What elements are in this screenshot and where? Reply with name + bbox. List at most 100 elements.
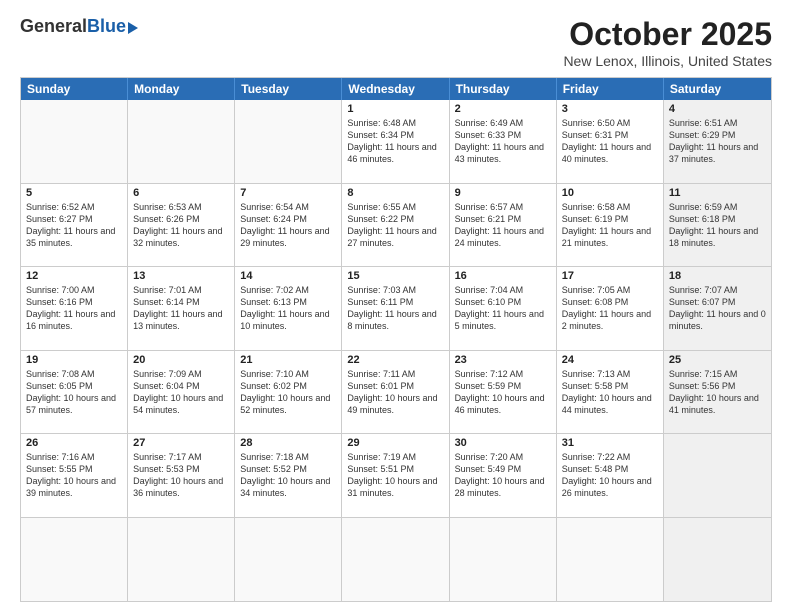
day-number: 6 bbox=[133, 187, 229, 199]
day-info: Sunrise: 7:13 AMSunset: 5:58 PMDaylight:… bbox=[562, 368, 658, 417]
day-number: 28 bbox=[240, 437, 336, 449]
calendar-cell bbox=[21, 518, 128, 602]
calendar-cell: 23 Sunrise: 7:12 AMSunset: 5:59 PMDayligh… bbox=[450, 351, 557, 434]
day-number: 30 bbox=[455, 437, 551, 449]
day-number: 3 bbox=[562, 103, 658, 115]
calendar-cell: 5 Sunrise: 6:52 AMSunset: 6:27 PMDaylight… bbox=[21, 184, 128, 267]
calendar-week: 19 Sunrise: 7:08 AMSunset: 6:05 PMDayligh… bbox=[21, 351, 771, 435]
calendar-cell: 12 Sunrise: 7:00 AMSunset: 6:16 PMDayligh… bbox=[21, 267, 128, 350]
day-info: Sunrise: 6:57 AMSunset: 6:21 PMDaylight:… bbox=[455, 201, 551, 250]
calendar: SundayMondayTuesdayWednesdayThursdayFrid… bbox=[20, 77, 772, 602]
day-info: Sunrise: 7:08 AMSunset: 6:05 PMDaylight:… bbox=[26, 368, 122, 417]
day-info: Sunrise: 6:58 AMSunset: 6:19 PMDaylight:… bbox=[562, 201, 658, 250]
calendar-cell: 25Sunrise: 7:15 AMSunset: 5:56 PMDayligh… bbox=[664, 351, 771, 434]
day-info: Sunrise: 7:03 AMSunset: 6:11 PMDaylight:… bbox=[347, 284, 443, 333]
day-number: 13 bbox=[133, 270, 229, 282]
header: General Blue October 2025 New Lenox, Ill… bbox=[20, 16, 772, 69]
day-info: Sunrise: 6:55 AMSunset: 6:22 PMDaylight:… bbox=[347, 201, 443, 250]
day-number: 15 bbox=[347, 270, 443, 282]
day-info: Sunrise: 7:02 AMSunset: 6:13 PMDaylight:… bbox=[240, 284, 336, 333]
weekday-header: Saturday bbox=[664, 78, 771, 100]
title-block: October 2025 New Lenox, Illinois, United… bbox=[563, 16, 772, 69]
calendar-cell: 7Sunrise: 6:54 AMSunset: 6:24 PMDaylight… bbox=[235, 184, 342, 267]
calendar-cell bbox=[21, 100, 128, 183]
logo-arrow-icon bbox=[128, 22, 138, 34]
calendar-cell: 26 Sunrise: 7:16 AMSunset: 5:55 PMDayligh… bbox=[21, 434, 128, 517]
day-info: Sunrise: 7:19 AMSunset: 5:51 PMDaylight:… bbox=[347, 451, 443, 500]
day-number: 5 bbox=[26, 187, 122, 199]
calendar-cell: 6 Sunrise: 6:53 AMSunset: 6:26 PMDaylight… bbox=[128, 184, 235, 267]
day-number: 21 bbox=[240, 354, 336, 366]
calendar-cell: 3Sunrise: 6:50 AMSunset: 6:31 PMDaylight… bbox=[557, 100, 664, 183]
day-info: Sunrise: 6:48 AMSunset: 6:34 PMDaylight:… bbox=[347, 117, 443, 166]
day-number: 8 bbox=[347, 187, 443, 199]
day-info: Sunrise: 6:52 AMSunset: 6:27 PMDaylight:… bbox=[26, 201, 122, 250]
main-title: October 2025 bbox=[563, 16, 772, 53]
day-info: Sunrise: 7:01 AMSunset: 6:14 PMDaylight:… bbox=[133, 284, 229, 333]
calendar-week: 12 Sunrise: 7:00 AMSunset: 6:16 PMDayligh… bbox=[21, 267, 771, 351]
day-info: Sunrise: 6:53 AMSunset: 6:26 PMDaylight:… bbox=[133, 201, 229, 250]
day-number: 26 bbox=[26, 437, 122, 449]
day-info: Sunrise: 7:12 AMSunset: 5:59 PMDaylight:… bbox=[455, 368, 551, 417]
day-number: 2 bbox=[455, 103, 551, 115]
day-info: Sunrise: 7:18 AMSunset: 5:52 PMDaylight:… bbox=[240, 451, 336, 500]
logo-general-text: General bbox=[20, 16, 87, 37]
day-info: Sunrise: 6:49 AMSunset: 6:33 PMDaylight:… bbox=[455, 117, 551, 166]
logo: General Blue bbox=[20, 16, 138, 37]
day-info: Sunrise: 6:54 AMSunset: 6:24 PMDaylight:… bbox=[240, 201, 336, 250]
calendar-cell: 11Sunrise: 6:59 AMSunset: 6:18 PMDayligh… bbox=[664, 184, 771, 267]
calendar-cell: 1 Sunrise: 6:48 AMSunset: 6:34 PMDaylight… bbox=[342, 100, 449, 183]
day-number: 22 bbox=[347, 354, 443, 366]
day-info: Sunrise: 7:00 AMSunset: 6:16 PMDaylight:… bbox=[26, 284, 122, 333]
calendar-cell: 31Sunrise: 7:22 AMSunset: 5:48 PMDayligh… bbox=[557, 434, 664, 517]
day-number: 31 bbox=[562, 437, 658, 449]
day-number: 12 bbox=[26, 270, 122, 282]
day-number: 19 bbox=[26, 354, 122, 366]
logo-blue-text: Blue bbox=[87, 16, 126, 37]
calendar-cell: 4 Sunrise: 6:51 AMSunset: 6:29 PMDaylight… bbox=[664, 100, 771, 183]
day-number: 23 bbox=[455, 354, 551, 366]
calendar-cell bbox=[342, 518, 449, 602]
calendar-cell: 22 Sunrise: 7:11 AMSunset: 6:01 PMDayligh… bbox=[342, 351, 449, 434]
calendar-cell: 2 Sunrise: 6:49 AMSunset: 6:33 PMDaylight… bbox=[450, 100, 557, 183]
weekday-header: Monday bbox=[128, 78, 235, 100]
calendar-header: SundayMondayTuesdayWednesdayThursdayFrid… bbox=[21, 78, 771, 100]
day-number: 4 bbox=[669, 103, 766, 115]
day-number: 17 bbox=[562, 270, 658, 282]
calendar-cell: 17Sunrise: 7:05 AMSunset: 6:08 PMDayligh… bbox=[557, 267, 664, 350]
day-info: Sunrise: 7:17 AMSunset: 5:53 PMDaylight:… bbox=[133, 451, 229, 500]
calendar-cell: 27 Sunrise: 7:17 AMSunset: 5:53 PMDayligh… bbox=[128, 434, 235, 517]
calendar-cell: 13 Sunrise: 7:01 AMSunset: 6:14 PMDayligh… bbox=[128, 267, 235, 350]
calendar-cell: 29Sunrise: 7:19 AMSunset: 5:51 PMDayligh… bbox=[342, 434, 449, 517]
day-number: 27 bbox=[133, 437, 229, 449]
calendar-week: 1 Sunrise: 6:48 AMSunset: 6:34 PMDaylight… bbox=[21, 100, 771, 184]
calendar-cell bbox=[235, 100, 342, 183]
calendar-week: 5 Sunrise: 6:52 AMSunset: 6:27 PMDaylight… bbox=[21, 184, 771, 268]
day-number: 24 bbox=[562, 354, 658, 366]
day-info: Sunrise: 7:09 AMSunset: 6:04 PMDaylight:… bbox=[133, 368, 229, 417]
calendar-cell: 18Sunrise: 7:07 AMSunset: 6:07 PMDayligh… bbox=[664, 267, 771, 350]
calendar-body: 1 Sunrise: 6:48 AMSunset: 6:34 PMDaylight… bbox=[21, 100, 771, 601]
calendar-cell: 28 Sunrise: 7:18 AMSunset: 5:52 PMDayligh… bbox=[235, 434, 342, 517]
day-number: 1 bbox=[347, 103, 443, 115]
weekday-header: Friday bbox=[557, 78, 664, 100]
day-info: Sunrise: 7:07 AMSunset: 6:07 PMDaylight:… bbox=[669, 284, 766, 333]
day-number: 16 bbox=[455, 270, 551, 282]
calendar-cell: 20Sunrise: 7:09 AMSunset: 6:04 PMDayligh… bbox=[128, 351, 235, 434]
page: General Blue October 2025 New Lenox, Ill… bbox=[0, 0, 792, 612]
calendar-week: 26 Sunrise: 7:16 AMSunset: 5:55 PMDayligh… bbox=[21, 434, 771, 518]
day-info: Sunrise: 6:51 AMSunset: 6:29 PMDaylight:… bbox=[669, 117, 766, 166]
calendar-cell bbox=[664, 518, 771, 602]
weekday-header: Sunday bbox=[21, 78, 128, 100]
calendar-cell: 14Sunrise: 7:02 AMSunset: 6:13 PMDayligh… bbox=[235, 267, 342, 350]
day-info: Sunrise: 6:59 AMSunset: 6:18 PMDaylight:… bbox=[669, 201, 766, 250]
subtitle: New Lenox, Illinois, United States bbox=[563, 53, 772, 69]
day-info: Sunrise: 7:16 AMSunset: 5:55 PMDaylight:… bbox=[26, 451, 122, 500]
weekday-header: Tuesday bbox=[235, 78, 342, 100]
calendar-cell: 9Sunrise: 6:57 AMSunset: 6:21 PMDaylight… bbox=[450, 184, 557, 267]
day-info: Sunrise: 7:10 AMSunset: 6:02 PMDaylight:… bbox=[240, 368, 336, 417]
day-info: Sunrise: 7:11 AMSunset: 6:01 PMDaylight:… bbox=[347, 368, 443, 417]
calendar-cell: 21 Sunrise: 7:10 AMSunset: 6:02 PMDayligh… bbox=[235, 351, 342, 434]
calendar-cell bbox=[450, 518, 557, 602]
calendar-cell: 15 Sunrise: 7:03 AMSunset: 6:11 PMDayligh… bbox=[342, 267, 449, 350]
